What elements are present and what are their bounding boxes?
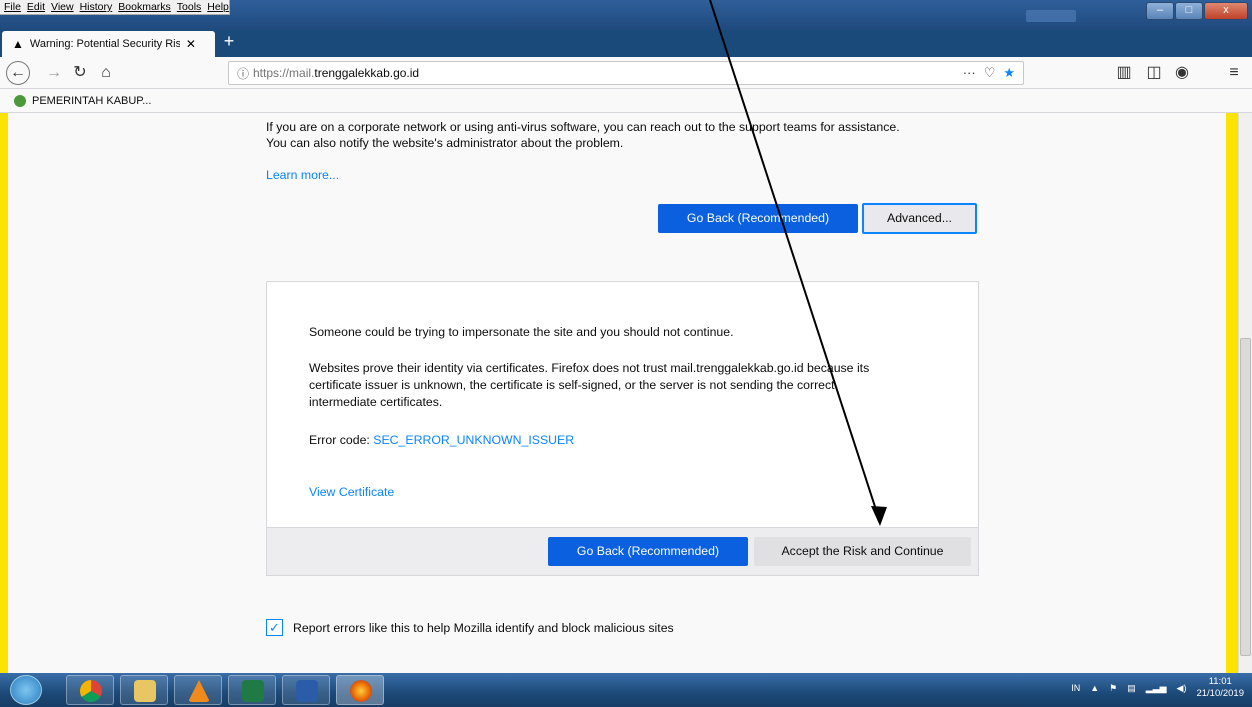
excel-icon xyxy=(242,680,264,702)
clock[interactable]: 11:01 21/10/2019 xyxy=(1196,676,1244,700)
flag-icon[interactable]: ⚑ xyxy=(1109,683,1117,694)
vlc-icon xyxy=(188,680,210,702)
vlc-taskbar-button[interactable] xyxy=(174,675,222,705)
language-indicator[interactable]: IN xyxy=(1071,683,1080,693)
chrome-taskbar-button[interactable] xyxy=(66,675,114,705)
network-icon[interactable]: ▤ xyxy=(1127,683,1136,694)
word-icon xyxy=(296,680,318,702)
volume-icon[interactable]: ◀) xyxy=(1177,683,1187,694)
firefox-taskbar-button[interactable] xyxy=(336,675,384,705)
annotation-arrow xyxy=(709,0,887,526)
arrow-head-icon xyxy=(871,506,887,526)
word-taskbar-button[interactable] xyxy=(282,675,330,705)
signal-icon[interactable]: ▂▃▅ xyxy=(1146,683,1167,694)
start-button[interactable] xyxy=(10,675,42,705)
chrome-icon xyxy=(80,680,102,702)
arrow-line xyxy=(709,0,881,523)
folder-icon xyxy=(134,680,156,702)
system-tray: IN ▲ ⚑ ▤ ▂▃▅ ◀) 11:01 21/10/2019 xyxy=(1071,676,1244,700)
explorer-taskbar-button[interactable] xyxy=(120,675,168,705)
firefox-icon xyxy=(350,680,372,702)
windows-taskbar: IN ▲ ⚑ ▤ ▂▃▅ ◀) 11:01 21/10/2019 xyxy=(0,673,1252,707)
tray-expand-icon[interactable]: ▲ xyxy=(1090,683,1099,693)
excel-taskbar-button[interactable] xyxy=(228,675,276,705)
